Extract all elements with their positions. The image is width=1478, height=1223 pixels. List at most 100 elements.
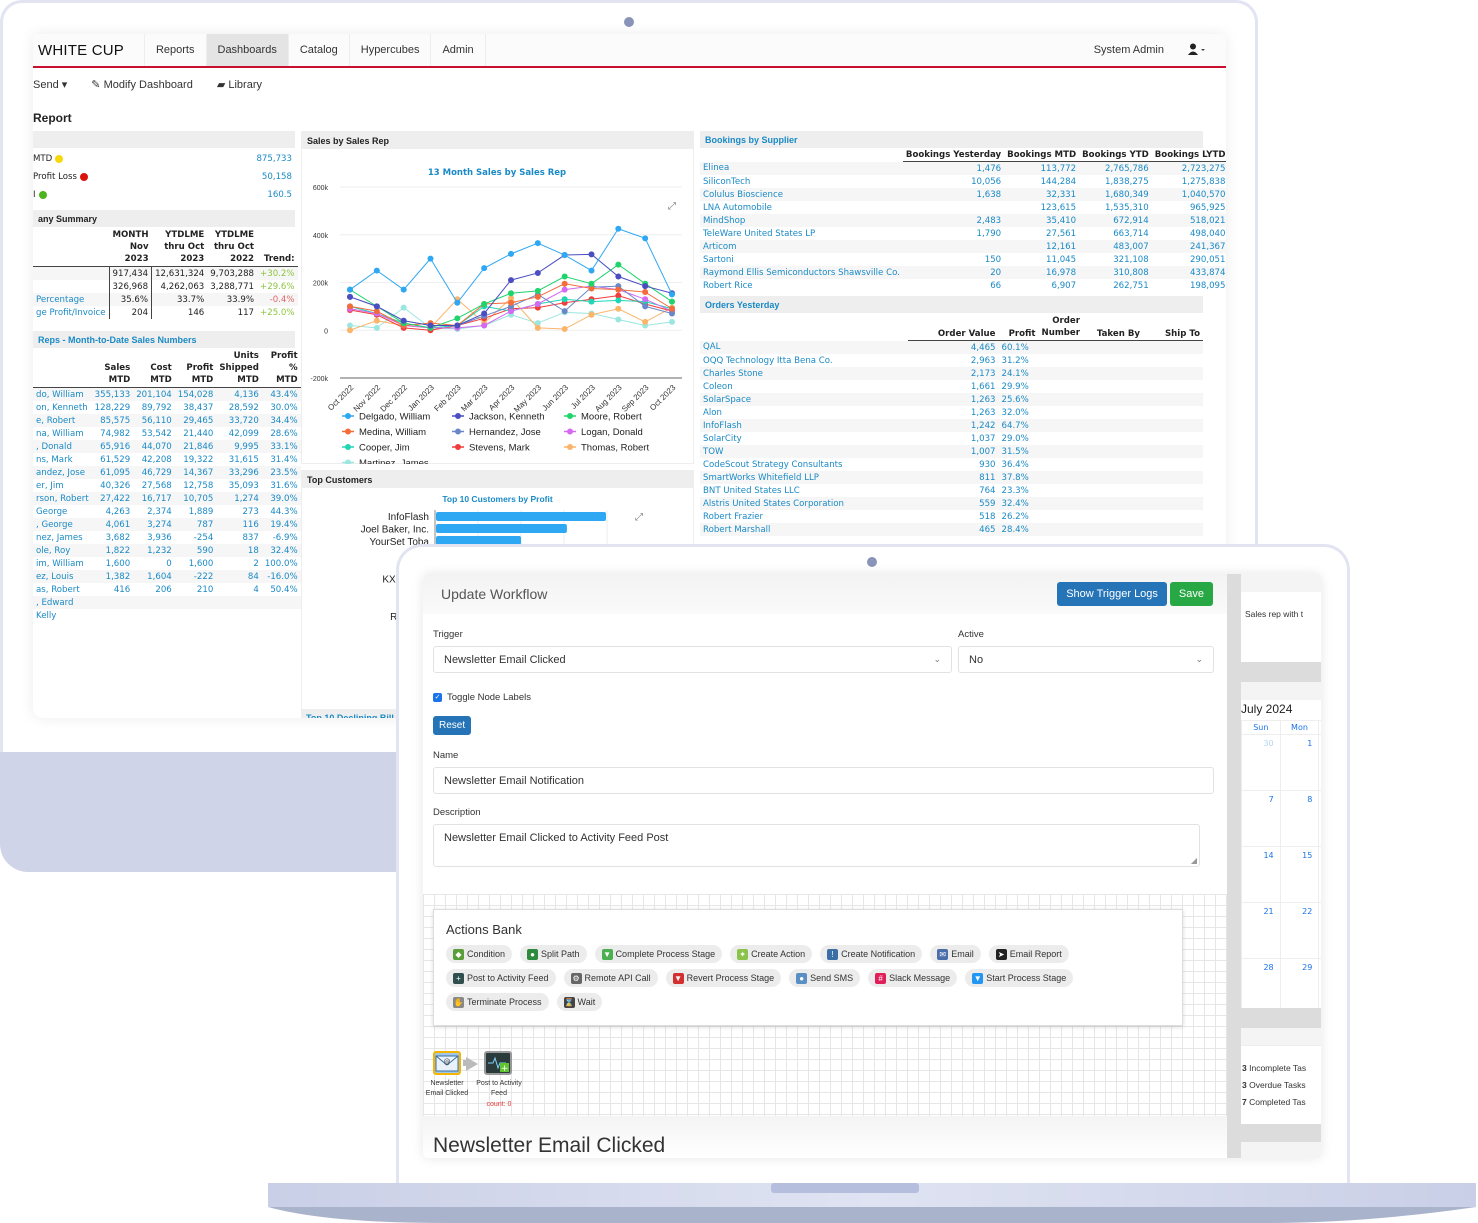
action-slack-message[interactable]: # Slack Message bbox=[868, 969, 958, 987]
legend-marker[interactable] bbox=[345, 459, 351, 466]
action-terminate-process[interactable]: ✋ Terminate Process bbox=[446, 993, 549, 1011]
data-point[interactable] bbox=[534, 287, 541, 294]
task-summary-item[interactable]: 7 Completed Tas bbox=[1242, 1094, 1321, 1111]
name-input[interactable]: Newsletter Email Notification bbox=[433, 767, 1214, 794]
supplier-link[interactable]: LNA Automobile bbox=[700, 201, 903, 214]
send-dropdown[interactable]: Send ▾ bbox=[33, 78, 67, 91]
calendar-day[interactable] bbox=[1318, 902, 1321, 959]
customer-link[interactable]: Robert Marshall bbox=[700, 523, 909, 536]
data-point[interactable] bbox=[454, 322, 461, 329]
legend-marker[interactable] bbox=[455, 428, 461, 435]
trigger-select[interactable]: Newsletter Email Clicked ⌄ bbox=[433, 646, 952, 673]
action-email[interactable]: ✉ Email bbox=[930, 945, 981, 963]
task-summary-item[interactable]: 3 Overdue Tasks bbox=[1242, 1077, 1321, 1094]
action-post-to-activity-feed[interactable]: + Post to Activity Feed bbox=[446, 969, 556, 987]
data-point[interactable] bbox=[427, 322, 434, 329]
nav-catalog[interactable]: Catalog bbox=[287, 34, 349, 66]
data-point[interactable] bbox=[669, 318, 675, 325]
modify-dashboard-button[interactable]: ✎ Modify Dashboard bbox=[91, 78, 193, 91]
calendar-day[interactable] bbox=[1318, 734, 1321, 791]
row-label[interactable]: ge Profit/Invoice bbox=[33, 306, 109, 319]
data-point[interactable] bbox=[508, 250, 514, 257]
rep-name-link[interactable]: ez, Louis bbox=[33, 570, 92, 583]
data-point[interactable] bbox=[561, 273, 568, 280]
bar[interactable] bbox=[436, 512, 606, 521]
data-point[interactable] bbox=[561, 296, 568, 303]
customer-link[interactable]: SolarSpace bbox=[700, 393, 909, 406]
data-point[interactable] bbox=[508, 299, 514, 306]
data-point[interactable] bbox=[642, 303, 649, 310]
calendar-day[interactable]: 22 bbox=[1279, 902, 1320, 959]
data-point[interactable] bbox=[481, 310, 488, 317]
legend-label[interactable]: Cooper, Jim bbox=[359, 443, 410, 454]
reset-button[interactable]: Reset bbox=[433, 716, 472, 735]
rep-name-link[interactable]: Kelly bbox=[33, 609, 92, 622]
rep-name-link[interactable]: as, Robert bbox=[33, 583, 92, 596]
data-point[interactable] bbox=[347, 303, 353, 310]
customer-link[interactable]: OQQ Technology Itta Bena Co. bbox=[700, 354, 908, 367]
legend-marker[interactable] bbox=[567, 444, 573, 450]
data-point[interactable] bbox=[454, 315, 461, 322]
data-point[interactable] bbox=[427, 255, 434, 262]
customer-link[interactable]: Robert Frazier bbox=[700, 510, 908, 523]
data-point[interactable] bbox=[373, 317, 380, 324]
customer-link[interactable]: BNT United States LLC bbox=[700, 484, 908, 497]
calendar-day[interactable]: 15 bbox=[1279, 846, 1320, 903]
data-point[interactable] bbox=[615, 273, 622, 280]
toggle-node-labels[interactable]: ✓ Toggle Node Labels bbox=[433, 692, 531, 703]
data-point[interactable] bbox=[373, 324, 380, 331]
customer-link[interactable]: CodeScout Strategy Consultants bbox=[700, 458, 908, 471]
calendar-day[interactable]: 8 bbox=[1279, 790, 1320, 847]
customer-link[interactable]: SolarCity bbox=[700, 432, 908, 445]
data-point[interactable] bbox=[669, 298, 675, 305]
legend-label[interactable]: Logan, Donald bbox=[581, 427, 643, 438]
action-condition[interactable]: ◆ Condition bbox=[446, 945, 513, 963]
data-point[interactable] bbox=[561, 286, 568, 293]
nav-admin[interactable]: Admin bbox=[430, 34, 486, 66]
supplier-link[interactable]: Elinea bbox=[700, 161, 903, 175]
calendar-day[interactable] bbox=[1318, 846, 1321, 903]
action-create-action[interactable]: ✦ Create Action bbox=[730, 945, 813, 963]
customer-link[interactable]: SmartWorks Whitefield LLP bbox=[700, 471, 909, 484]
user-menu-icon[interactable] bbox=[1188, 43, 1208, 58]
calendar-day[interactable]: 28 bbox=[1241, 958, 1281, 1008]
description-textarea[interactable]: Newsletter Email Clicked to Activity Fee… bbox=[433, 824, 1200, 867]
rep-name-link[interactable]: ole, Roy bbox=[33, 544, 92, 557]
data-point[interactable] bbox=[481, 300, 488, 307]
calendar-day[interactable]: 1 bbox=[1279, 734, 1320, 791]
data-point[interactable] bbox=[669, 291, 675, 298]
workflow-canvas[interactable]: Actions Bank ◆ Condition ● Split Path ▼ Compl… bbox=[423, 894, 1227, 1116]
checkbox-checked[interactable]: ✓ bbox=[433, 693, 442, 702]
bar[interactable] bbox=[436, 524, 567, 533]
row-label[interactable] bbox=[33, 280, 109, 293]
supplier-link[interactable]: Robert Rice bbox=[700, 279, 903, 292]
customer-link[interactable]: Alstris United States Corporation bbox=[700, 497, 909, 510]
data-point[interactable] bbox=[615, 316, 622, 323]
data-point[interactable] bbox=[588, 280, 595, 287]
library-button[interactable]: ▰ Library bbox=[217, 78, 262, 91]
legend-marker[interactable] bbox=[345, 413, 351, 419]
calendar-day[interactable] bbox=[1318, 790, 1321, 847]
data-point[interactable] bbox=[588, 267, 595, 274]
task-summary-item[interactable]: 3 Incomplete Tas bbox=[1242, 1060, 1321, 1077]
calendar-day[interactable]: 29 bbox=[1279, 958, 1320, 1008]
expand-icon[interactable]: ⤢ bbox=[635, 512, 643, 523]
action-remote-api-call[interactable]: ⚙ Remote API Call bbox=[563, 969, 658, 987]
data-point[interactable] bbox=[347, 286, 353, 293]
legend-label[interactable]: Jackson, Kenneth bbox=[469, 412, 545, 423]
data-point[interactable] bbox=[347, 327, 353, 334]
data-point[interactable] bbox=[642, 283, 649, 290]
supplier-link[interactable]: SiliconTech bbox=[700, 175, 903, 188]
legend-marker[interactable] bbox=[345, 444, 351, 450]
rep-name-link[interactable]: do, William bbox=[33, 387, 92, 401]
calendar-day[interactable] bbox=[1318, 958, 1321, 1008]
supplier-link[interactable]: Colulus Bioscience bbox=[700, 188, 903, 201]
data-point[interactable] bbox=[347, 293, 353, 300]
supplier-link[interactable]: Raymond Ellis Semiconductors Shawsville … bbox=[700, 266, 903, 279]
rep-name-link[interactable]: George bbox=[33, 505, 92, 518]
row-label[interactable] bbox=[33, 266, 110, 280]
legend-label[interactable]: Delgado, William bbox=[359, 412, 430, 423]
data-point[interactable] bbox=[642, 235, 649, 242]
data-point[interactable] bbox=[615, 261, 622, 268]
legend-label[interactable]: Martinez, James bbox=[359, 458, 429, 469]
